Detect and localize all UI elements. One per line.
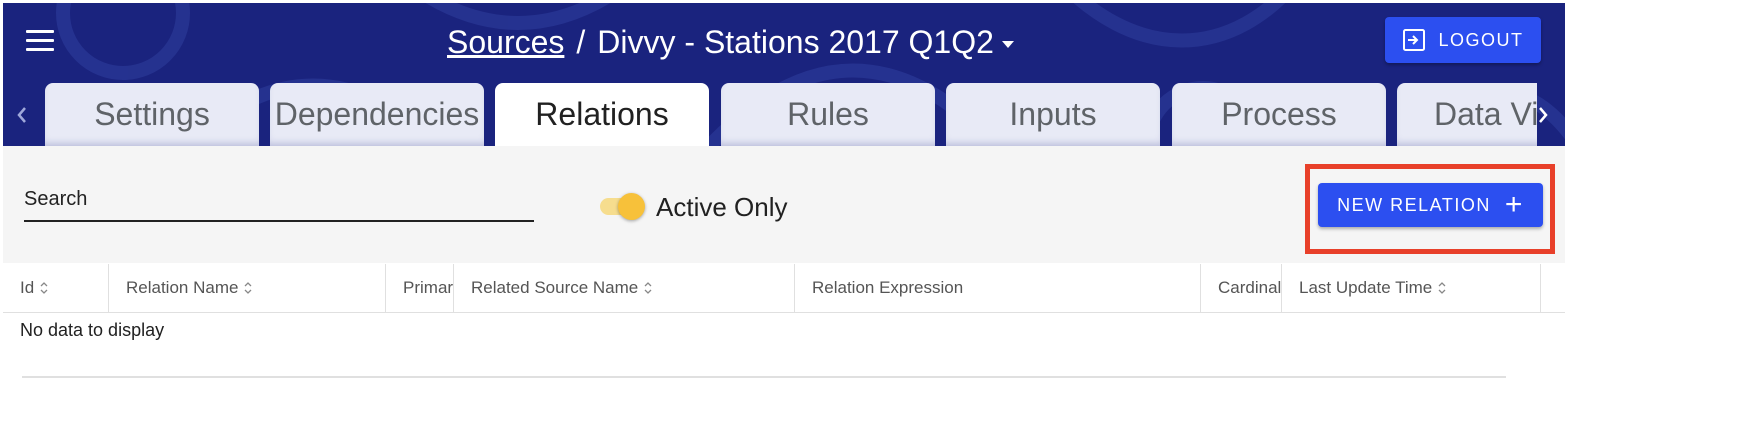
- empty-table-message: No data to display: [20, 320, 165, 340]
- sort-icon: [243, 281, 253, 295]
- menu-icon[interactable]: [26, 30, 54, 52]
- tab-settings[interactable]: Settings: [45, 83, 259, 146]
- breadcrumb-separator: /: [576, 23, 586, 60]
- logout-button[interactable]: LOGOUT: [1385, 17, 1541, 63]
- tab-relations[interactable]: Relations: [495, 83, 709, 146]
- search-input[interactable]: [24, 184, 534, 214]
- column-header-label: Relation Name: [126, 278, 239, 297]
- column-header-label: Id: [20, 278, 35, 297]
- sort-icon: [1437, 281, 1447, 295]
- column-header-related-source-name[interactable]: Related Source Name: [454, 264, 795, 312]
- tabs-scroll-left-icon[interactable]: [9, 87, 35, 143]
- column-header-label: Related Source Name: [471, 278, 639, 297]
- column-header-label: Last Update Time: [1299, 278, 1433, 297]
- active-only-toggle[interactable]: [598, 193, 646, 221]
- column-header-label: Primary: [403, 278, 454, 297]
- logout-label: LOGOUT: [1438, 29, 1524, 50]
- tab-bar: Settings Dependencies Relations Rules In…: [45, 83, 1537, 146]
- search-field: [24, 184, 534, 222]
- new-relation-button[interactable]: NEW RELATION +: [1318, 183, 1543, 227]
- table-header: Id Relation Name Primary Related Source …: [3, 264, 1565, 313]
- breadcrumb-current-source: Divvy - Stations 2017 Q1Q2: [597, 23, 994, 60]
- tabs-scroll-right-icon[interactable]: [1530, 87, 1556, 143]
- new-relation-label: NEW RELATION: [1337, 194, 1491, 215]
- tab-process[interactable]: Process: [1172, 83, 1386, 146]
- breadcrumb: Sources / Divvy - Stations 2017 Q1Q2: [447, 22, 1014, 62]
- tab-data-viewer[interactable]: Data Viewer: [1397, 83, 1537, 146]
- sort-icon: [39, 281, 49, 295]
- logout-icon: [1403, 29, 1426, 51]
- tab-rules[interactable]: Rules: [721, 83, 935, 146]
- column-header-id[interactable]: Id: [3, 264, 109, 312]
- toggle-thumb: [618, 193, 645, 220]
- table-footer-divider: [22, 376, 1506, 378]
- tab-inputs[interactable]: Inputs: [946, 83, 1160, 146]
- active-only-label: Active Only: [656, 192, 788, 222]
- plus-icon: +: [1504, 188, 1524, 221]
- column-header-primary[interactable]: Primary: [386, 264, 454, 312]
- column-header-label: Relation Expression: [812, 278, 964, 297]
- column-header-last-update-time[interactable]: Last Update Time: [1282, 264, 1541, 312]
- column-header-label: Cardinality: [1218, 278, 1282, 297]
- breadcrumb-sources-link[interactable]: Sources: [447, 24, 564, 61]
- column-header-cardinality[interactable]: Cardinality: [1201, 264, 1282, 312]
- sort-icon: [643, 281, 653, 295]
- column-header-relation-name[interactable]: Relation Name: [109, 264, 386, 312]
- tab-dependencies[interactable]: Dependencies: [270, 83, 484, 146]
- source-dropdown-caret-icon[interactable]: [1001, 40, 1014, 48]
- column-header-relation-expression[interactable]: Relation Expression: [795, 264, 1201, 312]
